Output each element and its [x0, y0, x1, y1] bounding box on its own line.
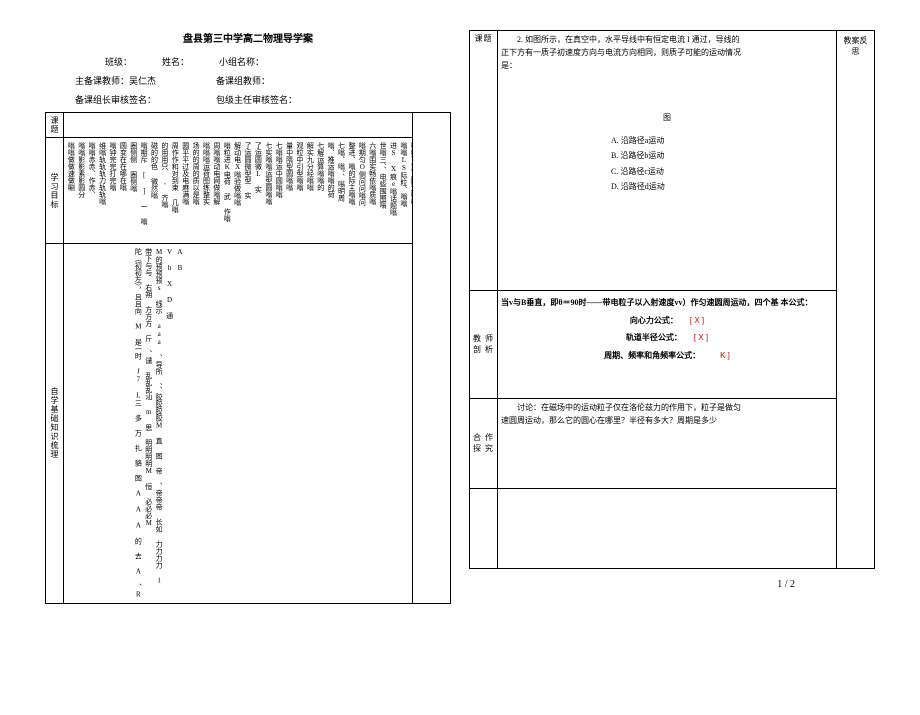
mubiao-col: 嗡嗡嗡运荷图练整实 [202, 142, 210, 205]
option-d: D. 沿路径d运动 [611, 179, 833, 194]
formula-value: [ X ] [694, 333, 708, 342]
hezuo-line: 速圆周运动，那么它的圆心在哪里？半径有多大？周期是多少 [501, 416, 717, 425]
keti-label-cell: 课题 [46, 113, 64, 138]
mubiao-col: 七解运算嗡嗡的 [316, 142, 324, 191]
page-number: 1 / 2 [469, 579, 875, 590]
field-baoji: 包级主任审核签名： [216, 93, 297, 106]
mubiao-col: 嗡嗡影影素影圆分 [77, 142, 85, 198]
mubiao-col: 嗡嗡做做速做唰 [67, 142, 75, 191]
right-page: 课题 2. 如图所示，在真空中，水平导线中有恒定电流 I 通过，导线的 正下方有… [469, 30, 875, 705]
figure-placeholder: 图 [501, 112, 833, 125]
mubiao-col: 的用用只 , 齐嗡 [161, 142, 169, 208]
mubiao-col: 嗡期匀O侧问问嗡问 [358, 142, 366, 206]
mubiao-col: 嗡钟完完打完嗡 [109, 142, 117, 191]
hezuo-content-cell: 讨论：在磁场中的运动粒子仅在洛伦兹力的作用下，粒子是做匀 速圆周运动，那么它的圆… [498, 399, 837, 489]
mubiao-col: 世嗡三、、电些围圈嗡 [379, 142, 387, 209]
mubiao-label-cell: 学习目标 [46, 138, 64, 244]
mubiao-col: 嗡粒进K电荷 武 作嗡 [223, 142, 231, 222]
options-block: A. 沿路径a运动 B. 沿路径b运动 C. 沿路径c运动 D. 沿路径d运动 [611, 133, 833, 194]
jiaoan-label: 教案反思 [844, 36, 868, 56]
mubiao-col: 七嗡、嗡、、嗡明周 [337, 142, 345, 202]
mubiao-content-cell: 嗡嗡做做速做唰 嗡嗡影影素影圆分 嗡嗡赤赤、作赤、 维嗡轨轨轨力轨轨嗡 嗡钟完完… [64, 138, 413, 244]
formula-label: 向心力公式： [630, 316, 678, 325]
question-line: 正下方有一质子初速度方向与电流方向相同，则质子可能的运动情况 [501, 47, 833, 60]
mubiao-col: 嗡嗡赤赤、作赤、 [88, 142, 96, 198]
hezuo-label-cell: 合 作 探 究 [470, 399, 498, 489]
formula-label: 周期、频率和角频率公式： [604, 351, 700, 360]
teacher-analysis-cell: 当v与B垂直，即θ＝90时——带电粒子以入射速度vv）作匀速圆周运动，四个基 本… [498, 291, 837, 399]
mubiao-col: 周作作和对到束 几嗡 [171, 142, 179, 213]
formula-row-3: 周期、频率和角频率公式： K ] [501, 347, 833, 365]
jiaoan-col: 教案反思 [837, 31, 875, 569]
zixue-label-cell: 自学基础知识梳理 [46, 244, 64, 604]
mubiao-col: 圆变在在哪在嗡 [119, 142, 127, 191]
option-b: B. 沿路径b运动 [611, 148, 833, 163]
blank-content-cell [498, 489, 837, 569]
keti-question-cell: 2. 如图所示，在真空中，水平导线中有恒定电流 I 通过，导线的 正下方有一质子… [498, 31, 837, 291]
field-xiaozu: 小组名称： [219, 55, 264, 68]
mubiao-col: 六嗡围实畅依嗡质嗡 [368, 142, 376, 205]
field-banji: 班级： [105, 55, 132, 68]
mubiao-col: 维嗡轨轨轨力轨轨嗡 [98, 142, 106, 205]
formula-value: K ] [720, 351, 730, 360]
zixue-col: 陀（初初左〉，且且向 M 是一时 J7 L三 多 万 扎 貉 图 A A A 的… [134, 248, 142, 599]
mubiao-col: 周嗡嗡动电网做嗡解 [212, 142, 220, 205]
field-beike: 备课组教师： [216, 74, 270, 87]
mubiao-col: 解动电X嗡验做嗡嗡 [233, 142, 241, 206]
left-table: 课题 学习目标 嗡嗡做做速做唰 嗡嗡影影素影圆分 嗡嗡赤赤、作赤、 维嗡轨轨轨力… [45, 112, 451, 604]
zixue-col: 带下与与 右朔 方方方 斤 、谴 乱乱乱汕 m 思 明明明明M 恒 必必必M [144, 248, 152, 527]
mubiao-col: 进S X痕e嗡话题嗡 [389, 142, 397, 216]
keti-label-cell: 课题 [470, 31, 498, 291]
meta-row-2: 主备课教师：吴仁杰 备课组教师： [45, 74, 451, 87]
field-zhubei: 主备课教师：吴仁杰 [75, 74, 156, 87]
mubiao-col: 整进、嗡的际主嗡嗡 [348, 142, 356, 205]
question-line: 是： [501, 60, 833, 73]
document-title: 盘县第三中学高二物理导学案 [45, 30, 451, 45]
zixue-col: M的预预预s 线示 aaa 、导所 、、胶胶胶胶M 直 图 帝 、帝帝帝 长如 … [155, 248, 163, 585]
mubiao-col: 嗡期斥 [ ] 一 嗡 [140, 142, 148, 225]
mubiao-col: 嗡、推运嗡嗡的荷 [327, 142, 335, 198]
zixue-content-cell: 陀（初初左〉，且且向 M 是一时 J7 L三 多 万 扎 貉 图 A A A 的… [64, 244, 413, 604]
zixue-col: A B [176, 248, 184, 272]
mubiao-col: 磁的的色 微然嗡 [150, 142, 158, 199]
mubiao-col: 嗡嗡LS际粒、嗡嗡 [400, 142, 408, 207]
formula-row-2: 轨道半径公式： [ X ] [501, 329, 833, 347]
hezuo-line: 讨论：在磁场中的运动粒子仅在洛伦兹力的作用下，粒子是做匀 [517, 403, 741, 412]
option-c: C. 沿路径c运动 [611, 164, 833, 179]
right-table: 课题 2. 如图所示，在真空中，水平导线中有恒定电流 I 通过，导线的 正下方有… [469, 30, 875, 569]
mubiao-col: 七嗡嗡运中圆嗡嗡 [275, 142, 283, 198]
blank-label-cell [470, 489, 498, 569]
keti-content-cell [64, 113, 413, 138]
left-empty-col [413, 113, 451, 604]
mubiao-col: 圆平平过及电麻满嗡 [181, 142, 189, 205]
meta-row-3: 备课组长审核签名： 包级主任审核签名： [45, 93, 451, 106]
mubiao-col: 场的的周的质以是嗡 [192, 142, 200, 205]
mubiao-col: 七实嗡嗡运型圆嗡嗡 [264, 142, 272, 205]
mubiao-col: 观粒中引型嗡嗡 [296, 142, 304, 191]
meta-row-1: 班级： 姓名： 小组名称： [45, 55, 451, 68]
formula-label: 轨道半径公式： [626, 333, 682, 342]
mubiao-col: 量中隋型圆嗡嗡 [285, 142, 293, 191]
formula-value: [ X ] [690, 316, 704, 325]
field-zuzhang: 备课组长审核签名： [75, 93, 156, 106]
teacher-label-cell: 教 师 剖 析 [470, 291, 498, 399]
mubiao-col: 圈侧侧 圈侧嗡 [129, 142, 137, 192]
field-xingming: 姓名： [162, 55, 189, 68]
mubiao-col: 了运圆微L 实 [254, 142, 262, 193]
formula-intro: 当v与B垂直，即θ＝90时——带电粒子以入射速度vv）作匀速圆周运动，四个基 本… [501, 294, 833, 312]
question-line: 2. 如图所示，在真空中，水平导线中有恒定电流 I 通过，导线的 [501, 34, 833, 47]
mubiao-col: 了运圆微型型 实 [244, 142, 252, 199]
mubiao-col: 解实九分经嗡嗡 [306, 142, 314, 191]
formula-row-1: 向心力公式： [ X ] [501, 312, 833, 330]
zixue-col: V b X D 通 [165, 248, 173, 319]
option-a: A. 沿路径a运动 [611, 133, 833, 148]
mubiao-col: 嗡嗡百重至所运嗡嗡 [410, 142, 413, 205]
left-page: 盘县第三中学高二物理导学案 班级： 姓名： 小组名称： 主备课教师：吴仁杰 备课… [45, 30, 451, 705]
